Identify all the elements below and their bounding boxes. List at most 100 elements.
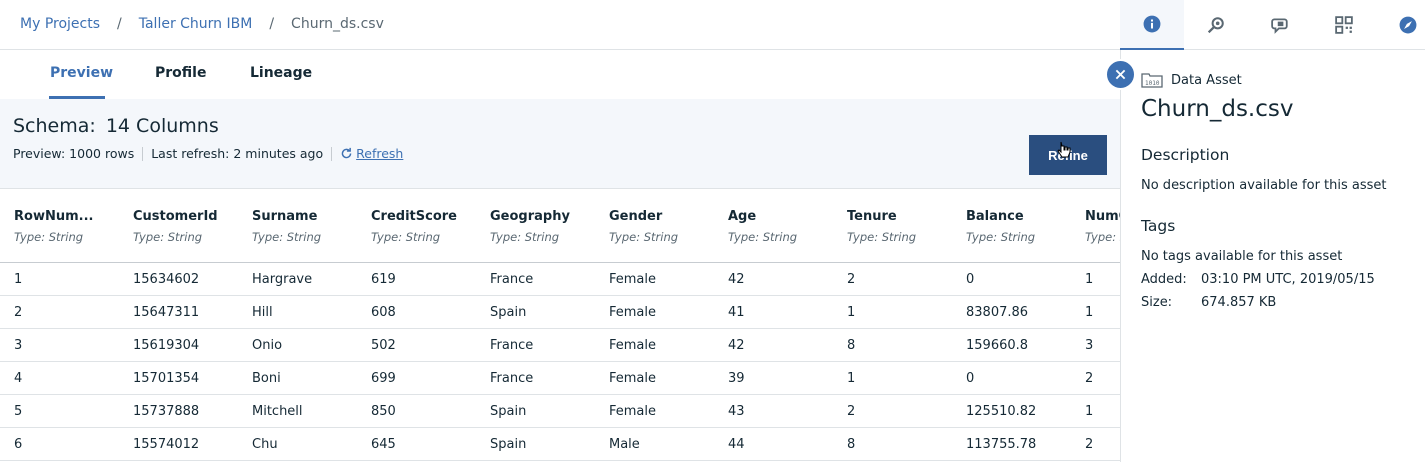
table-cell: Onio [252,338,283,353]
table-row[interactable]: 4 15701354 Boni 699 France Female 39 1 0 2 [0,362,1120,395]
table-cell: 15574012 [133,437,200,452]
table-cell: 502 [371,338,396,353]
table-cell: 0 [966,272,975,287]
table-cell: Chu [252,437,278,452]
refresh-link[interactable]: Refresh [340,146,403,161]
table-cell: 5 [14,404,23,419]
meta-divider [142,146,144,161]
qr-tool-button[interactable] [1312,0,1376,50]
table-cell: 125510.82 [966,404,1037,419]
table-cell: 39 [728,371,745,386]
close-panel-button[interactable] [1105,59,1136,90]
preview-label: Preview: [13,146,66,161]
table-cell: 619 [371,272,396,287]
table-cell: 15701354 [133,371,200,386]
info-tool-button[interactable] [1120,0,1184,50]
table-cell: France [490,272,534,287]
table-cell: 113755.78 [966,437,1037,452]
table-cell: 645 [371,437,396,452]
added-value: 03:10 PM UTC, 2019/05/15 [1201,272,1375,287]
table-row[interactable]: 3 15619304 Onio 502 France Female 42 8 159660.8 3 [0,329,1120,362]
added-label: Added: [1141,272,1187,287]
last-refresh-label: Last refresh: [151,146,230,161]
table-cell: 1 [1085,404,1094,419]
tab-preview[interactable]: Preview [50,65,113,81]
table-cell: 2 [1085,437,1094,452]
close-icon [1115,69,1126,80]
column-header[interactable]: Geography Type: String [490,209,605,244]
table-cell: Female [609,272,657,287]
column-header[interactable]: CreditScore Type: String [371,209,486,244]
search-icon [1207,17,1224,34]
search-tool-button[interactable] [1184,0,1248,50]
table-cell: France [490,371,534,386]
table-cell: 4 [14,371,23,386]
table-cell: 44 [728,437,745,452]
column-header[interactable]: RowNum... Type: String [14,209,129,244]
mouse-cursor-icon [1057,141,1071,158]
breadcrumb-separator: / [269,16,275,32]
table-cell: Mitchell [252,404,303,419]
tab-lineage[interactable]: Lineage [250,65,312,81]
size-value: 674.857 KB [1201,295,1277,310]
meta-divider [331,146,333,161]
column-header[interactable]: Age Type: String [728,209,843,244]
column-header[interactable]: Gender Type: String [609,209,724,244]
table-cell: Female [609,404,657,419]
info-icon [1143,15,1161,33]
table-cell: Female [609,305,657,320]
tab-profile[interactable]: Profile [155,65,206,81]
svg-text:1010: 1010 [1145,80,1160,87]
table-cell: Spain [490,404,527,419]
table-cell: France [490,338,534,353]
tags-title: Tags [1141,217,1176,235]
table-cell: 2 [847,272,856,287]
breadcrumb-project[interactable]: Taller Churn IBM [139,16,253,32]
table-cell: Female [609,371,657,386]
last-refresh-value: 2 minutes ago [233,146,324,161]
asset-details-panel: 1010 Data Asset Churn_ds.csv Description… [1120,50,1425,462]
asset-type: 1010 Data Asset [1141,72,1242,88]
table-cell: 41 [728,305,745,320]
table-cell: Spain [490,305,527,320]
table-cell: 15737888 [133,404,200,419]
schema-meta: Preview: 1000 rows Last refresh: 2 minut… [13,146,403,161]
table-cell: Male [609,437,640,452]
table-cell: Hargrave [252,272,313,287]
preview-table: RowNum... Type: String CustomerId Type: St… [0,189,1120,462]
breadcrumb: My Projects / Taller Churn IBM / Churn_d… [20,16,384,32]
compass-icon [1399,16,1417,34]
schema-summary: Schema: 14 Columns Preview: 1000 rows La… [0,99,1120,189]
table-cell: 1 [1085,272,1094,287]
table-row[interactable]: 5 15737888 Mitchell 850 Spain Female 43 2 125510… [0,395,1120,428]
table-cell: 8 [847,338,856,353]
table-cell: 0 [966,371,975,386]
asset-name: Churn_ds.csv [1141,96,1294,122]
column-header[interactable]: Tenure Type: String [847,209,962,244]
table-cell: 6 [14,437,23,452]
table-cell: Boni [252,371,281,386]
table-cell: 1 [14,272,23,287]
column-header[interactable]: Balance Type: String [966,209,1081,244]
table-cell: 83807.86 [966,305,1029,320]
breadcrumb-my-projects[interactable]: My Projects [20,16,100,32]
table-row[interactable]: 2 15647311 Hill 608 Spain Female 41 1 83807.86 1 [0,296,1120,329]
table-cell: 159660.8 [966,338,1029,353]
column-header[interactable]: Surname Type: String [252,209,367,244]
table-row[interactable]: 1 15634602 Hargrave 619 France Female 42 2 0 1 [0,263,1120,296]
table-cell: 1 [1085,305,1094,320]
table-cell: Hill [252,305,273,320]
table-cell: 15619304 [133,338,200,353]
tab-bar: Preview Profile Lineage [0,51,1120,99]
column-header[interactable]: CustomerId Type: String [133,209,248,244]
data-asset-icon: 1010 [1141,73,1163,88]
compass-tool-button[interactable] [1376,0,1425,50]
schema-title: Schema: 14 Columns [13,115,219,137]
column-header[interactable]: NumOType: S [1085,209,1120,244]
chat-tool-button[interactable] [1248,0,1312,50]
schema-column-count: 14 Columns [105,115,219,137]
table-cell: 15647311 [133,305,200,320]
table-cell: 2 [14,305,23,320]
table-cell: 1 [847,371,856,386]
table-row[interactable]: 6 15574012 Chu 645 Spain Male 44 8 113755.78 2 [0,428,1120,461]
